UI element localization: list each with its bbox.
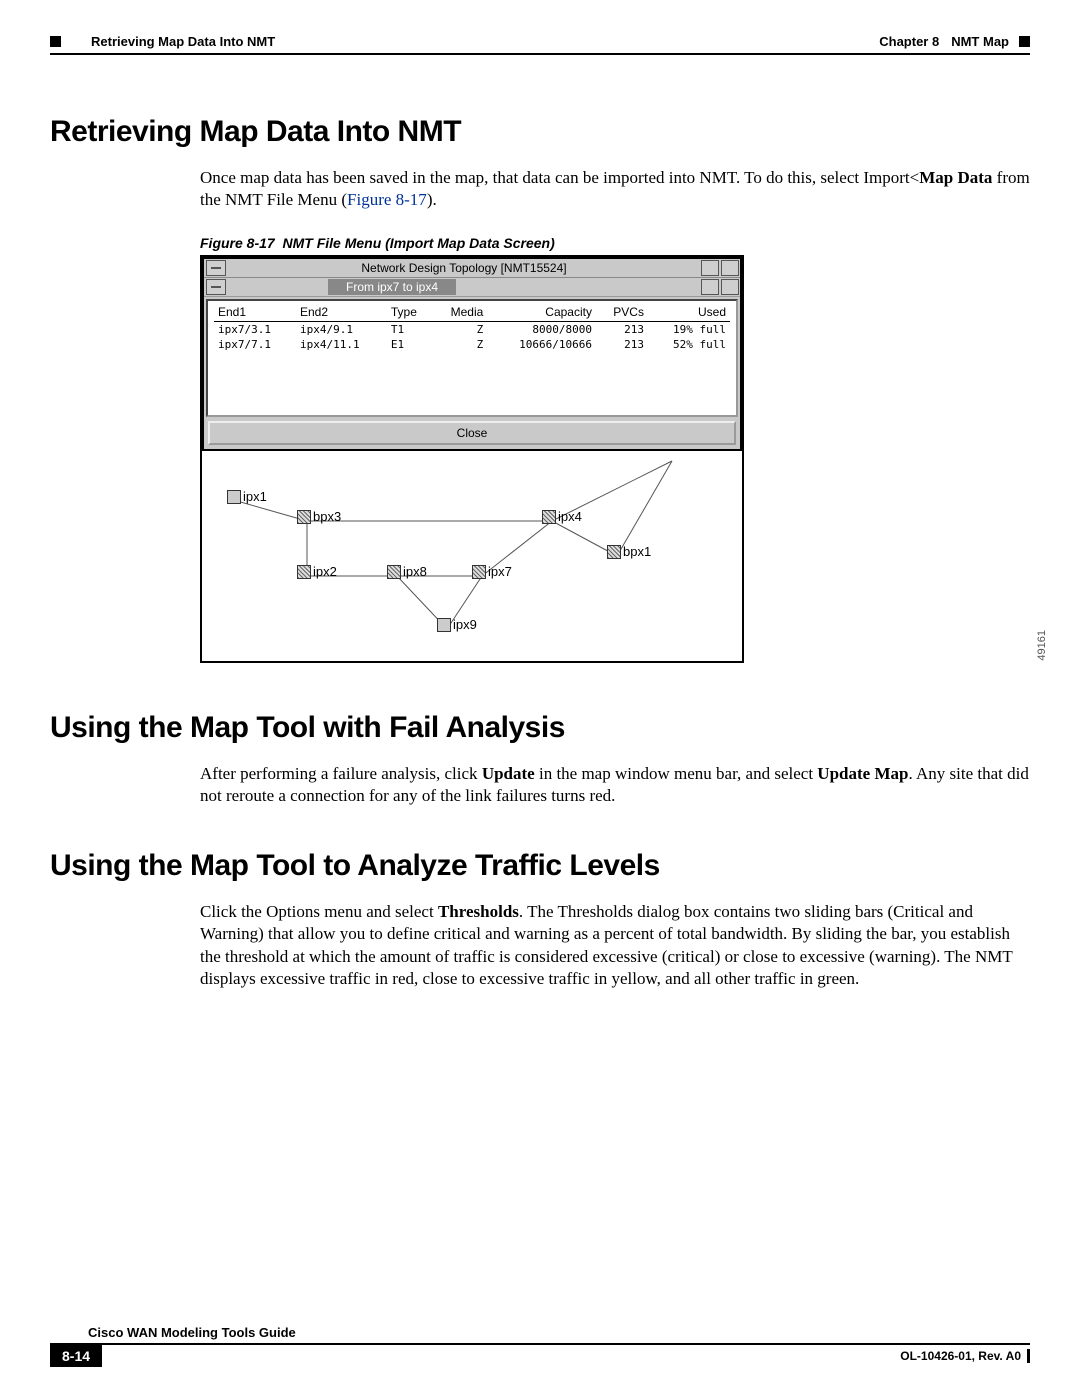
col-media: Media <box>433 303 488 322</box>
s2-b2: Update Map <box>817 764 908 783</box>
section1-body: Once map data has been saved in the map,… <box>200 167 1030 211</box>
window-title: Network Design Topology [NMT15524] <box>228 261 700 275</box>
s1-bold: Map Data <box>919 168 992 187</box>
topology-canvas: ipx1 bpx3 ipx4 bpx1 ipx2 ipx8 ipx7 ipx9 <box>202 451 742 661</box>
sub-menu-icon[interactable] <box>206 279 226 295</box>
node-ipx7: ipx7 <box>472 564 512 579</box>
heading-traffic-levels: Using the Map Tool to Analyze Traffic Le… <box>50 849 1030 883</box>
cell: ipx7/7.1 <box>214 337 296 352</box>
s2-c: in the map window menu bar, and select <box>535 764 818 783</box>
links-table: End1 End2 Type Media Capacity PVCs Used … <box>214 303 730 352</box>
section3-body: Click the Options menu and select Thresh… <box>200 901 1030 989</box>
close-button[interactable]: Close <box>208 421 736 445</box>
window-menu-icon[interactable] <box>206 260 226 276</box>
cell: ipx7/3.1 <box>214 322 296 338</box>
header-section: Retrieving Map Data Into NMT <box>91 34 275 49</box>
cell: T1 <box>387 322 433 338</box>
table-row[interactable]: ipx7/3.1 ipx4/9.1 T1 Z 8000/8000 213 19%… <box>214 322 730 338</box>
header-square-left <box>50 36 61 47</box>
table-panel: End1 End2 Type Media Capacity PVCs Used … <box>206 299 738 417</box>
footer-doc-id: OL-10426-01, Rev. A0 <box>900 1349 1021 1363</box>
cell: Z <box>433 337 488 352</box>
node-ipx8: ipx8 <box>387 564 427 579</box>
sub-box-a[interactable] <box>701 279 719 295</box>
s2-a: After performing a failure analysis, cli… <box>200 764 482 783</box>
figure-screenshot: Network Design Topology [NMT15524] From … <box>200 255 744 663</box>
s2-b1: Update <box>482 764 535 783</box>
header-chapter-label: Chapter 8 <box>879 34 939 49</box>
figure-number: Figure 8-17 <box>200 235 275 251</box>
cell: ipx4/11.1 <box>296 337 387 352</box>
cell: Z <box>433 322 488 338</box>
footer-guide: Cisco WAN Modeling Tools Guide <box>88 1325 1030 1340</box>
footer-bar-icon <box>1027 1349 1030 1363</box>
heading-retrieving: Retrieving Map Data Into NMT <box>50 115 1030 149</box>
node-ipx9: ipx9 <box>437 617 477 632</box>
heading-fail-analysis: Using the Map Tool with Fail Analysis <box>50 711 1030 745</box>
sub-box-b[interactable] <box>721 279 739 295</box>
col-used: Used <box>648 303 730 322</box>
dialog-subheader: From ipx7 to ipx4 <box>204 278 740 297</box>
footer-page-number: 8-14 <box>50 1345 102 1367</box>
cell: E1 <box>387 337 433 352</box>
figure-ref-link[interactable]: Figure 8-17 <box>347 190 427 209</box>
cell: 19% full <box>648 322 730 338</box>
sub-title: From ipx7 to ipx4 <box>328 279 456 295</box>
window-minimize-icon[interactable] <box>701 260 719 276</box>
s3-a: Click the Options menu and select <box>200 902 438 921</box>
node-ipx4: ipx4 <box>542 509 582 524</box>
node-bpx3: bpx3 <box>297 509 341 524</box>
page-footer: Cisco WAN Modeling Tools Guide 8-14 OL-1… <box>50 1325 1030 1367</box>
header-rule <box>50 53 1030 55</box>
cell: 8000/8000 <box>487 322 596 338</box>
col-end1: End1 <box>214 303 296 322</box>
header-square-right <box>1019 36 1030 47</box>
header-chapter-title: NMT Map <box>951 34 1009 49</box>
node-bpx1: bpx1 <box>607 544 651 559</box>
table-row[interactable]: ipx7/7.1 ipx4/11.1 E1 Z 10666/10666 213 … <box>214 337 730 352</box>
s1-text-c: ). <box>427 190 437 209</box>
s3-b1: Thresholds <box>438 902 519 921</box>
col-capacity: Capacity <box>487 303 596 322</box>
node-ipx2: ipx2 <box>297 564 337 579</box>
col-pvcs: PVCs <box>596 303 648 322</box>
figure-side-number: 49161 <box>1036 630 1048 661</box>
cell: ipx4/9.1 <box>296 322 387 338</box>
cell: 10666/10666 <box>487 337 596 352</box>
section2-body: After performing a failure analysis, cli… <box>200 763 1030 807</box>
window-maximize-icon[interactable] <box>721 260 739 276</box>
s1-text-a: Once map data has been saved in the map,… <box>200 168 919 187</box>
figure-caption-text: NMT File Menu (Import Map Data Screen) <box>282 235 554 251</box>
col-type: Type <box>387 303 433 322</box>
node-ipx1: ipx1 <box>227 489 267 504</box>
col-end2: End2 <box>296 303 387 322</box>
cell: 213 <box>596 322 648 338</box>
cell: 213 <box>596 337 648 352</box>
dialog-titlebar[interactable]: Network Design Topology [NMT15524] <box>204 259 740 278</box>
cell: 52% full <box>648 337 730 352</box>
dialog-window: Network Design Topology [NMT15524] From … <box>202 257 742 451</box>
